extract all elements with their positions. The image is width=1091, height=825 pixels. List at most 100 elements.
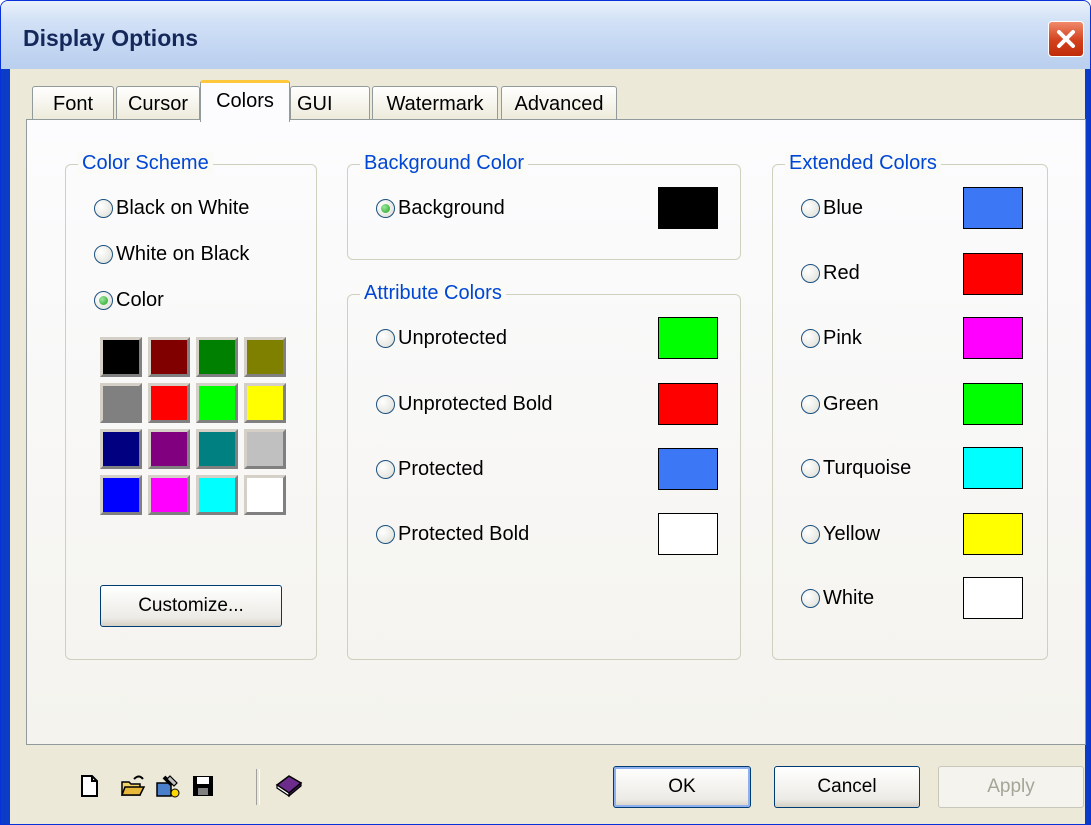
radio-button[interactable]: [801, 199, 820, 218]
radio-label: White on Black: [116, 243, 250, 265]
radio-selected-dot: [99, 296, 108, 305]
palette-color-cell[interactable]: [244, 429, 286, 469]
new-file-icon: [81, 775, 98, 797]
palette-color-cell[interactable]: [196, 383, 238, 423]
background-color-swatch[interactable]: [658, 187, 718, 229]
unprotected-bold-color-swatch[interactable]: [658, 383, 718, 425]
radio-label: Protected: [398, 458, 484, 480]
apply-button[interactable]: Apply: [938, 766, 1084, 808]
tab-advanced[interactable]: Advanced: [501, 86, 617, 122]
radio-white[interactable]: White: [801, 587, 874, 610]
extended-colors-group: Extended Colors Blue Red Pink Green Turq…: [772, 152, 1048, 660]
button-label: Apply: [987, 776, 1035, 797]
group-label: Background Color: [360, 152, 529, 174]
radio-button[interactable]: [376, 329, 395, 348]
radio-button[interactable]: [801, 395, 820, 414]
palette-color-cell[interactable]: [100, 337, 142, 377]
unprotected-color-swatch[interactable]: [658, 317, 718, 359]
radio-selected-dot: [381, 204, 390, 213]
tab-cursor[interactable]: Cursor: [116, 86, 200, 122]
radio-button[interactable]: [94, 199, 113, 218]
window-border-left: [1, 69, 10, 824]
radio-background[interactable]: Background: [376, 197, 505, 220]
palette-color-cell[interactable]: [244, 475, 286, 515]
radio-button[interactable]: [801, 329, 820, 348]
radio-button[interactable]: [801, 264, 820, 283]
turquoise-color-swatch[interactable]: [963, 447, 1023, 489]
ok-button[interactable]: OK: [613, 766, 751, 808]
yellow-color-swatch[interactable]: [963, 513, 1023, 555]
radio-button[interactable]: [94, 291, 113, 310]
palette-color-cell[interactable]: [244, 383, 286, 423]
close-button[interactable]: [1048, 21, 1084, 57]
button-label: Cancel: [817, 776, 877, 797]
radio-black-on-white[interactable]: Black on White: [94, 197, 249, 220]
new-file-button[interactable]: [76, 773, 102, 799]
color-scheme-group: Color Scheme Black on White White on Bla…: [65, 152, 317, 660]
radio-protected-bold[interactable]: Protected Bold: [376, 523, 529, 546]
green-color-swatch[interactable]: [963, 383, 1023, 425]
radio-label: Turquoise: [823, 457, 912, 479]
radio-yellow[interactable]: Yellow: [801, 523, 880, 546]
radio-button[interactable]: [801, 589, 820, 608]
radio-label: Green: [823, 393, 879, 415]
client-area: Font Cursor Colors GUI Watermark Advance…: [10, 69, 1086, 824]
radio-label: White: [823, 587, 875, 609]
radio-turquoise[interactable]: Turquoise: [801, 457, 911, 480]
tools-icon: [156, 775, 180, 798]
radio-button[interactable]: [376, 395, 395, 414]
close-icon: [1057, 30, 1075, 48]
radio-color[interactable]: Color: [94, 289, 164, 312]
pink-color-swatch[interactable]: [963, 317, 1023, 359]
white-color-swatch[interactable]: [963, 577, 1023, 619]
palette-color-cell[interactable]: [100, 475, 142, 515]
radio-label: Blue: [823, 197, 864, 219]
palette-color-cell[interactable]: [244, 337, 286, 377]
open-button[interactable]: [120, 773, 146, 799]
palette-color-cell[interactable]: [148, 429, 190, 469]
tab-watermark[interactable]: Watermark: [372, 86, 498, 122]
title-bar[interactable]: Display Options: [1, 1, 1090, 69]
radio-button[interactable]: [376, 199, 395, 218]
palette-color-cell[interactable]: [196, 429, 238, 469]
palette-color-cell[interactable]: [148, 475, 190, 515]
radio-label: Yellow: [823, 523, 881, 545]
tab-font[interactable]: Font: [32, 86, 114, 122]
radio-button[interactable]: [376, 460, 395, 479]
save-icon: [193, 776, 213, 796]
radio-unprotected[interactable]: Unprotected: [376, 327, 507, 350]
radio-white-on-black[interactable]: White on Black: [94, 243, 249, 266]
protected-color-swatch[interactable]: [658, 448, 718, 490]
palette-color-cell[interactable]: [100, 429, 142, 469]
radio-button[interactable]: [376, 525, 395, 544]
red-color-swatch[interactable]: [963, 253, 1023, 295]
tab-gui[interactable]: GUI: [290, 86, 370, 122]
tools-button[interactable]: [154, 773, 180, 799]
window-title: Display Options: [23, 25, 199, 51]
radio-blue[interactable]: Blue: [801, 197, 863, 220]
cancel-button[interactable]: Cancel: [774, 766, 920, 808]
tab-label: Cursor: [127, 93, 188, 115]
palette-color-cell[interactable]: [148, 337, 190, 377]
radio-pink[interactable]: Pink: [801, 327, 862, 350]
palette-color-cell[interactable]: [100, 383, 142, 423]
radio-button[interactable]: [801, 459, 820, 478]
radio-red[interactable]: Red: [801, 262, 860, 285]
blue-color-swatch[interactable]: [963, 187, 1023, 229]
help-book-button[interactable]: [274, 773, 303, 799]
palette-color-cell[interactable]: [148, 383, 190, 423]
palette-color-cell[interactable]: [196, 475, 238, 515]
attribute-colors-group: Attribute Colors Unprotected Unprotected…: [347, 282, 741, 660]
palette-color-cell[interactable]: [196, 337, 238, 377]
colors-tab-panel: Color Scheme Black on White White on Bla…: [26, 119, 1086, 745]
protected-bold-color-swatch[interactable]: [658, 513, 718, 555]
radio-button[interactable]: [94, 245, 113, 264]
button-label: OK: [668, 776, 696, 797]
radio-protected[interactable]: Protected: [376, 458, 484, 481]
radio-button[interactable]: [801, 525, 820, 544]
radio-unprotected-bold[interactable]: Unprotected Bold: [376, 393, 553, 416]
tab-colors[interactable]: Colors: [200, 80, 290, 122]
radio-green[interactable]: Green: [801, 393, 879, 416]
customize-button[interactable]: Customize...: [100, 585, 282, 627]
save-button[interactable]: [190, 773, 216, 799]
